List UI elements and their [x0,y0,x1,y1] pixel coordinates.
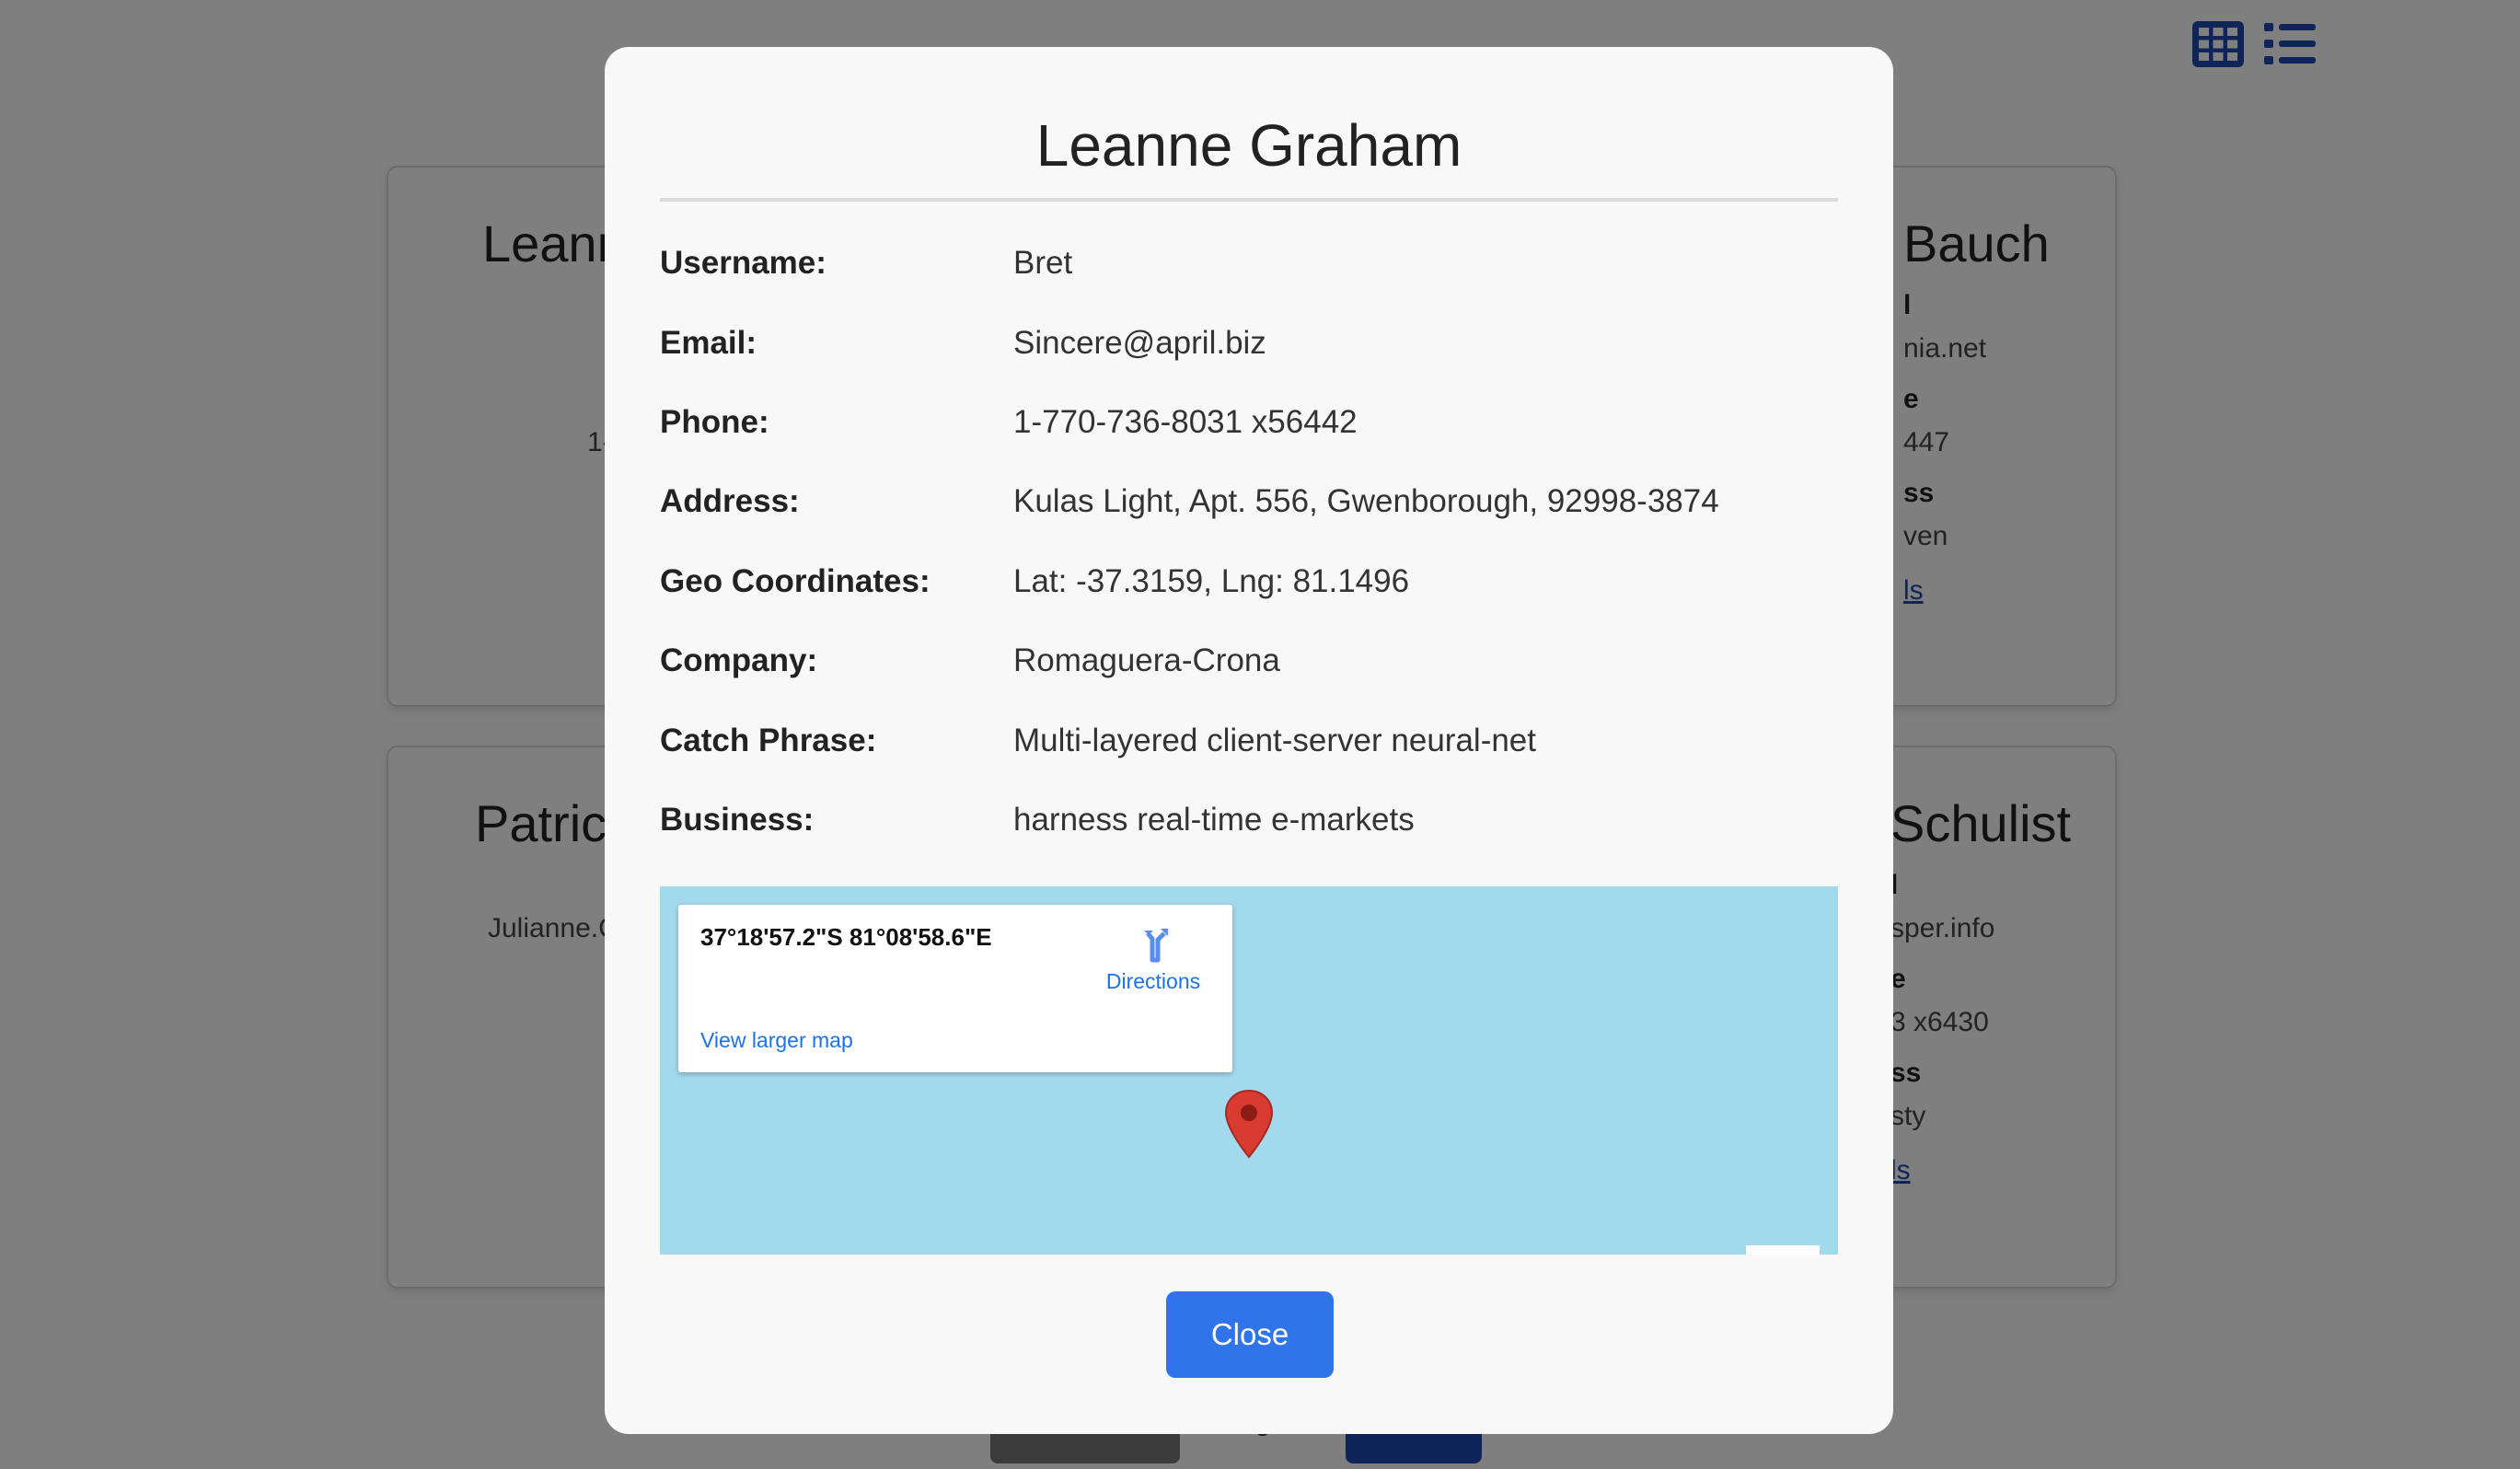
detail-row-company: Company: Romaguera-Crona [660,621,1838,700]
detail-row-address: Address: Kulas Light, Apt. 556, Gwenboro… [660,462,1838,541]
embedded-map[interactable]: 37°18'57.2"S 81°08'58.6"E Directions Vie… [660,886,1838,1255]
detail-value: Kulas Light, Apt. 556, Gwenborough, 9299… [1013,483,1719,520]
detail-label: Geo Coordinates: [660,562,931,599]
map-coordinates: 37°18'57.2"S 81°08'58.6"E [700,923,992,951]
detail-value: Multi-layered client-server neural-net [1013,722,1536,758]
user-details-modal: Leanne Graham Username: Bret Email: Sinc… [605,47,1893,1434]
modal-title: Leanne Graham [660,47,1838,202]
detail-row-email: Email: Sincere@april.biz [660,303,1838,382]
detail-row-phone: Phone: 1-770-736-8031 x56442 [660,383,1838,462]
detail-label: Phone: [660,403,769,440]
detail-label: Username: [660,245,827,282]
directions-icon [1144,929,1168,963]
map-info-card: 37°18'57.2"S 81°08'58.6"E Directions Vie… [678,905,1232,1072]
map-controls-stub [1746,1245,1820,1255]
map-pin-icon[interactable] [1223,1089,1275,1159]
detail-row-business: Business: harness real-time e-markets [660,781,1838,860]
view-larger-map-link[interactable]: View larger map [700,1028,853,1053]
detail-row-catch-phrase: Catch Phrase: Multi-layered client-serve… [660,700,1838,780]
detail-row-username: Username: Bret [660,224,1838,303]
directions-label: Directions [1105,969,1201,993]
detail-label: Catch Phrase: [660,722,877,758]
detail-value: Romaguera-Crona [1013,642,1280,679]
detail-label: Business: [660,801,815,838]
directions-button[interactable]: Directions [1098,923,1208,994]
detail-label: Company: [660,642,818,679]
detail-value: 1-770-736-8031 x56442 [1013,403,1358,440]
detail-value: harness real-time e-markets [1013,801,1415,838]
detail-value: Lat: -37.3159, Lng: 81.1496 [1013,562,1410,599]
detail-value: Sincere@april.biz [1013,324,1266,361]
close-button[interactable]: Close [1166,1291,1334,1378]
user-details-list: Username: Bret Email: Sincere@april.biz … [660,224,1838,860]
detail-row-geo: Geo Coordinates: Lat: -37.3159, Lng: 81.… [660,542,1838,621]
detail-label: Email: [660,324,757,361]
detail-value: Bret [1013,245,1073,282]
detail-label: Address: [660,483,800,520]
